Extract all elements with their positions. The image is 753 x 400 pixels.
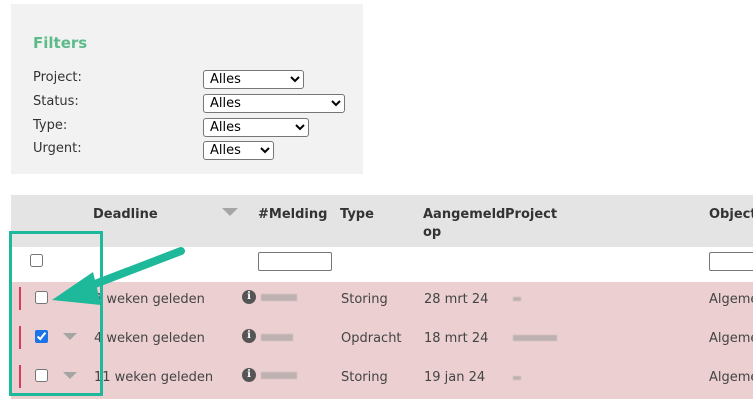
filter-urgent: Urgent: Alles [33, 141, 363, 161]
table-row[interactable]: 3 weken geleden i Storing 28 mrt 24 Alge… [11, 282, 753, 321]
redacted-project [513, 376, 521, 380]
column-type[interactable]: Type [340, 206, 374, 224]
filter-status-label: Status: [33, 94, 79, 109]
chevron-down-icon[interactable] [63, 372, 77, 379]
deadline-cell: 11 weken geleden [94, 370, 214, 385]
filter-type: Type: Alles [33, 118, 363, 138]
table-row[interactable]: 11 weken geleden i Storing 19 jan 24 Alg… [11, 360, 753, 399]
filter-project-label: Project: [33, 70, 82, 85]
info-icon[interactable]: i [242, 290, 256, 304]
filters-title: Filters [33, 34, 88, 52]
project-select[interactable]: Alles [203, 70, 304, 89]
info-icon[interactable]: i [242, 368, 256, 382]
column-aangemeld[interactable]: Aangemeld op [423, 206, 505, 242]
table-filter-row [11, 247, 753, 282]
melding-filter-input[interactable] [258, 252, 332, 271]
urgent-marker [19, 287, 21, 310]
deadline-cell: 3 weken geleden [94, 292, 205, 307]
objectgroep-cell: Algeme [709, 331, 753, 346]
redacted-melding [261, 294, 297, 301]
objectgroep-filter-input[interactable] [709, 252, 753, 271]
filters-panel: Filters Project: Alles Status: Alles Typ… [11, 4, 363, 174]
aangemeld-cell: 18 mrt 24 [424, 331, 489, 346]
chevron-down-icon[interactable] [63, 333, 77, 340]
urgent-select[interactable]: Alles [203, 141, 274, 160]
deadline-cell: 4 weken geleden [94, 331, 205, 346]
table-header: Deadline #Melding Type Aangemeld op Proj… [11, 195, 753, 247]
urgent-marker [19, 365, 21, 388]
objectgroep-cell: Algeme [709, 370, 753, 385]
type-cell: Storing [341, 292, 388, 307]
filter-status: Status: Alles [33, 94, 363, 114]
row-checkbox[interactable] [35, 330, 48, 343]
column-project[interactable]: Project [505, 206, 557, 224]
type-select[interactable]: Alles [203, 118, 309, 137]
type-cell: Opdracht [341, 331, 402, 346]
status-select[interactable]: Alles [203, 94, 345, 113]
sort-down-icon[interactable] [222, 208, 238, 216]
filter-type-label: Type: [33, 118, 68, 133]
column-deadline[interactable]: Deadline [93, 206, 158, 224]
urgent-marker [19, 326, 21, 349]
table-row[interactable]: 4 weken geleden i Opdracht 18 mrt 24 Alg… [11, 321, 753, 360]
redacted-project [513, 297, 521, 301]
info-icon[interactable]: i [242, 329, 256, 343]
row-checkbox[interactable] [35, 291, 48, 304]
row-checkbox[interactable] [35, 369, 48, 382]
redacted-melding [261, 334, 293, 341]
column-melding[interactable]: #Melding [258, 206, 327, 224]
aangemeld-cell: 28 mrt 24 [424, 292, 489, 307]
filter-project: Project: Alles [33, 70, 363, 90]
redacted-project [513, 335, 557, 341]
redacted-melding [261, 372, 297, 379]
filter-urgent-label: Urgent: [33, 141, 82, 156]
objectgroep-cell: Algeme [709, 292, 753, 307]
column-objectgroep[interactable]: Objectg [709, 206, 753, 224]
type-cell: Storing [341, 370, 388, 385]
aangemeld-cell: 19 jan 24 [424, 370, 486, 385]
select-all-checkbox[interactable] [30, 254, 43, 267]
